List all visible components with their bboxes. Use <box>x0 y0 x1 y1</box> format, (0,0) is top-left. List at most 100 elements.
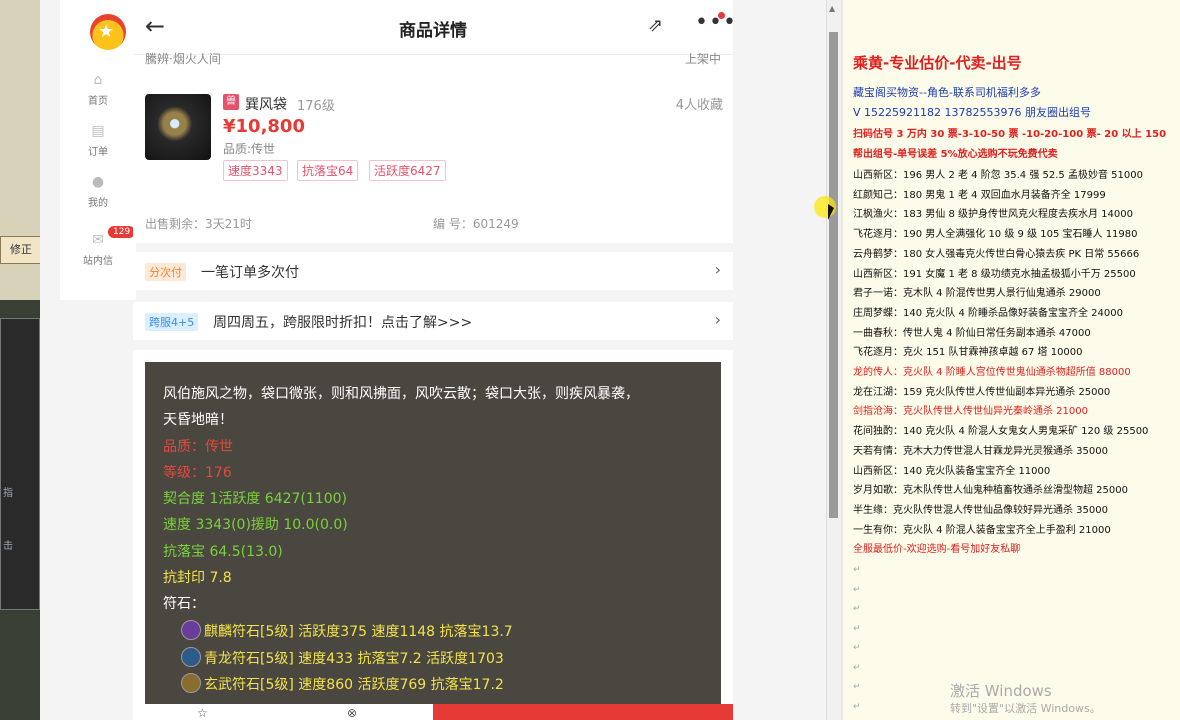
notes-listing-line: 红颜知己：180 男鬼 1 老 4 双回血水月装备齐全 17999 <box>853 189 1106 201</box>
rune-text: 青龙符石[5级] 速度433 抗落宝7.2 活跃度1703 <box>204 651 504 667</box>
favorite-icon[interactable]: ☆ <box>197 706 208 720</box>
item-quality: 品质:传世 <box>223 142 276 156</box>
stat-chip-speed: 速度3343 <box>223 160 288 181</box>
item-level: 176级 <box>297 99 335 114</box>
notes-line: 帮出组号-单号误差 5%放心选购不玩免费代卖 <box>853 149 1058 160</box>
page-title: 商品详情 <box>399 21 467 41</box>
rune-row: 青龙符石[5级] 速度433 抗落宝7.2 活跃度1703 <box>181 647 504 668</box>
activation-watermark: 激活 Windows <box>950 682 1052 700</box>
rune-row: 麒麟符石[5级] 活跃度375 速度1148 抗落宝13.7 <box>181 620 513 641</box>
cross-server-text: 周四周五，跨服限时折扣！点击了解>>> <box>213 315 473 331</box>
buy-button[interactable] <box>433 704 733 720</box>
notes-listing-line: 君子一诺：克木队 4 阶混传世男人景行仙鬼通杀 29000 <box>853 288 1101 300</box>
user-icon: ● <box>91 174 105 190</box>
chevron-right-icon: › <box>714 310 721 329</box>
paragraph-mark: ↵ <box>853 604 861 614</box>
notes-title: 乘黄-专业估价-代卖-出号 <box>853 54 1022 72</box>
home-icon: ⌂ <box>93 72 103 88</box>
mail-icon: ✉ <box>92 232 104 248</box>
activation-watermark-sub: 转到"设置"以激活 Windows。 <box>950 702 1101 715</box>
item-image[interactable] <box>145 94 211 160</box>
notes-listing-line: 江枫渔火：183 男仙 8 级护身传世风克火程度去疾水月 14000 <box>853 209 1133 221</box>
paragraph-mark: ↵ <box>853 623 861 634</box>
notes-listing-line: 飞花逐月：190 男人全满强化 10 级 9 级 105 宝石睡人 11980 <box>853 229 1138 241</box>
stat-chip-activity: 活跃度6427 <box>369 160 446 181</box>
notes-listing-line: 剑指沧海：克火队传世人传世仙异光秦岭通杀 21000 <box>853 406 1088 418</box>
notes-listing-line: 全服最低价-欢迎选购-看号加好友私聊 <box>853 544 1021 556</box>
notes-listing-line: 一曲春秋：传世人鬼 4 阶仙日常任务副本通杀 47000 <box>853 327 1091 339</box>
qinglong-rune-icon <box>181 647 201 667</box>
paragraph-mark: ↵ <box>853 682 861 692</box>
scrollbar-thumb[interactable] <box>829 32 838 518</box>
notes-listing-line: 飞花逐月：克火 151 队甘霖神孩卓越 67 塔 10000 <box>853 347 1083 359</box>
notes-line: 扫码估号 3 万内 30 票-3-10-50 票 -10-20-100 票- 2… <box>853 129 1167 140</box>
item-name: 巽风袋 <box>245 97 287 113</box>
desc-intro-2: 天昏地暗！ <box>163 412 233 428</box>
desc-level: 等级：176 <box>163 465 232 481</box>
installment-pill: 分次付 <box>145 263 186 281</box>
mouse-cursor-icon <box>828 204 834 220</box>
notes-listing-line: 半生缘：克火队传世混人传世仙品像较好异光通杀 35000 <box>853 504 1108 516</box>
notes-line: V 15225921182 13782553976 朋友圈出组号 <box>853 106 1091 119</box>
desktop-dark-panel: 指 击 <box>0 318 40 610</box>
sidebar: ★ ⌂ 首页 ▤ 订单 ● 我的 ✉ 站内信 129 <box>60 0 136 300</box>
app-window: ★ ⌂ 首页 ▤ 订单 ● 我的 ✉ 站内信 129 ← 商品详情 ⇗ ••• … <box>40 0 840 720</box>
sidebar-item-label: 站内信 <box>83 256 113 267</box>
server-name: 騰辨·烟火人间 <box>145 52 221 66</box>
message-count-badge: 129 <box>108 226 136 238</box>
notes-document: 乘黄-专业估价-代卖-出号 藏宝阁买物资--角色-联系司机福利多多 V 1522… <box>843 0 1180 720</box>
service-icon[interactable]: ⊗ <box>347 706 357 720</box>
scrollbar[interactable]: ▲ <box>826 0 841 720</box>
sidebar-item-home[interactable]: ⌂ 首页 <box>60 72 136 107</box>
item-type-badge: 兽 <box>223 94 239 110</box>
rune-text: 麒麟符石[5级] 活跃度375 速度1148 抗落宝13.7 <box>204 624 513 640</box>
xuanwu-rune-icon <box>181 673 201 693</box>
notes-listing-line: 一生有你：克火队 4 阶混人装备宝宝齐全上手盈利 21000 <box>853 524 1111 536</box>
installment-row[interactable]: 分次付 一笔订单多次付 › <box>133 252 733 290</box>
installment-text: 一笔订单多次付 <box>201 265 299 281</box>
notes-listing-line: 岁月如歌：克木队传世人仙鬼种植畜牧通杀丝滑型物超 25000 <box>853 485 1128 497</box>
order-icon: ▤ <box>91 123 105 139</box>
item-number: 编 号：601249 <box>433 217 519 231</box>
paragraph-mark: ↵ <box>853 584 861 595</box>
panel-text-2: 击 <box>3 541 13 552</box>
desc-speed: 速度 3343(0)援助 10.0(0.0) <box>163 517 348 533</box>
paragraph-mark: ↵ <box>853 565 861 575</box>
notification-dot <box>718 12 725 19</box>
notes-listing-line: 山西新区：140 克火队装备宝宝齐全 11000 <box>853 465 1051 477</box>
sidebar-item-label: 首页 <box>88 96 108 107</box>
more-icon[interactable]: ••• <box>695 10 737 35</box>
desc-runes-label: 符石： <box>163 596 205 612</box>
desc-fit: 契合度 1活跃度 6427(1100) <box>163 491 347 507</box>
main-content: ← 商品详情 ⇗ ••• 騰辨·烟火人间 上架中 兽 巽风袋 176级 4人收藏… <box>133 0 736 720</box>
share-icon[interactable]: ⇗ <box>648 15 663 36</box>
scroll-up-icon[interactable]: ▲ <box>829 4 835 13</box>
sidebar-item-mine[interactable]: ● 我的 <box>60 174 136 209</box>
sidebar-item-label: 我的 <box>88 198 108 209</box>
item-description: 风伯施风之物，袋口微张，则和风拂面，风吹云散；袋口大张，则疾风暴袭， 天昏地暗！… <box>145 362 721 704</box>
fix-button[interactable]: 修正 <box>0 236 42 264</box>
desc-quality: 品质：传世 <box>163 439 233 455</box>
bottom-action-bar: ☆ ⊗ <box>133 704 733 720</box>
app-logo[interactable]: ★ <box>90 14 126 50</box>
sidebar-item-orders[interactable]: ▤ 订单 <box>60 123 136 158</box>
notes-listing-line: 山西新区：196 男人 2 老 4 阶忽 35.4 强 52.5 孟极妙音 51… <box>853 170 1143 181</box>
qilin-rune-icon <box>181 620 201 640</box>
chevron-right-icon: › <box>714 260 721 279</box>
item-price: ¥10,800 <box>223 116 305 137</box>
star-icon: ★ <box>98 21 115 42</box>
paragraph-mark: ↵ <box>853 643 861 653</box>
cross-server-row[interactable]: 跨服4+5 周四周五，跨服限时折扣！点击了解>>> › <box>133 302 733 340</box>
notes-listing-line: 龙在江湖：159 克火队传世人传世仙副本异光通杀 25000 <box>853 386 1111 398</box>
rune-text: 玄武符石[5级] 速度860 活跃度769 抗落宝17.2 <box>204 677 504 693</box>
stat-chip-anti-loot: 抗落宝64 <box>297 160 359 181</box>
desc-anti-seal: 抗封印 7.8 <box>163 570 232 586</box>
listing-status: 上架中 <box>684 52 721 66</box>
rune-row: 玄武符石[5级] 速度860 活跃度769 抗落宝17.2 <box>181 673 504 694</box>
favorite-count: 4人收藏 <box>675 98 723 113</box>
sale-remaining: 出售剩余：3天21时 <box>145 217 252 231</box>
notes-listing-line: 山西新区：191 女魔 1 老 8 级功绩克水抽孟极狐小千万 25500 <box>853 268 1136 280</box>
desc-intro-1: 风伯施风之物，袋口微张，则和风拂面，风吹云散；袋口大张，则疾风暴袭， <box>163 386 639 402</box>
notes-listing-line: 龙的传人：克火队 4 阶睡人宫位传世鬼仙通杀物超所值 88000 <box>853 367 1131 378</box>
panel-text-1: 指 <box>3 488 13 499</box>
